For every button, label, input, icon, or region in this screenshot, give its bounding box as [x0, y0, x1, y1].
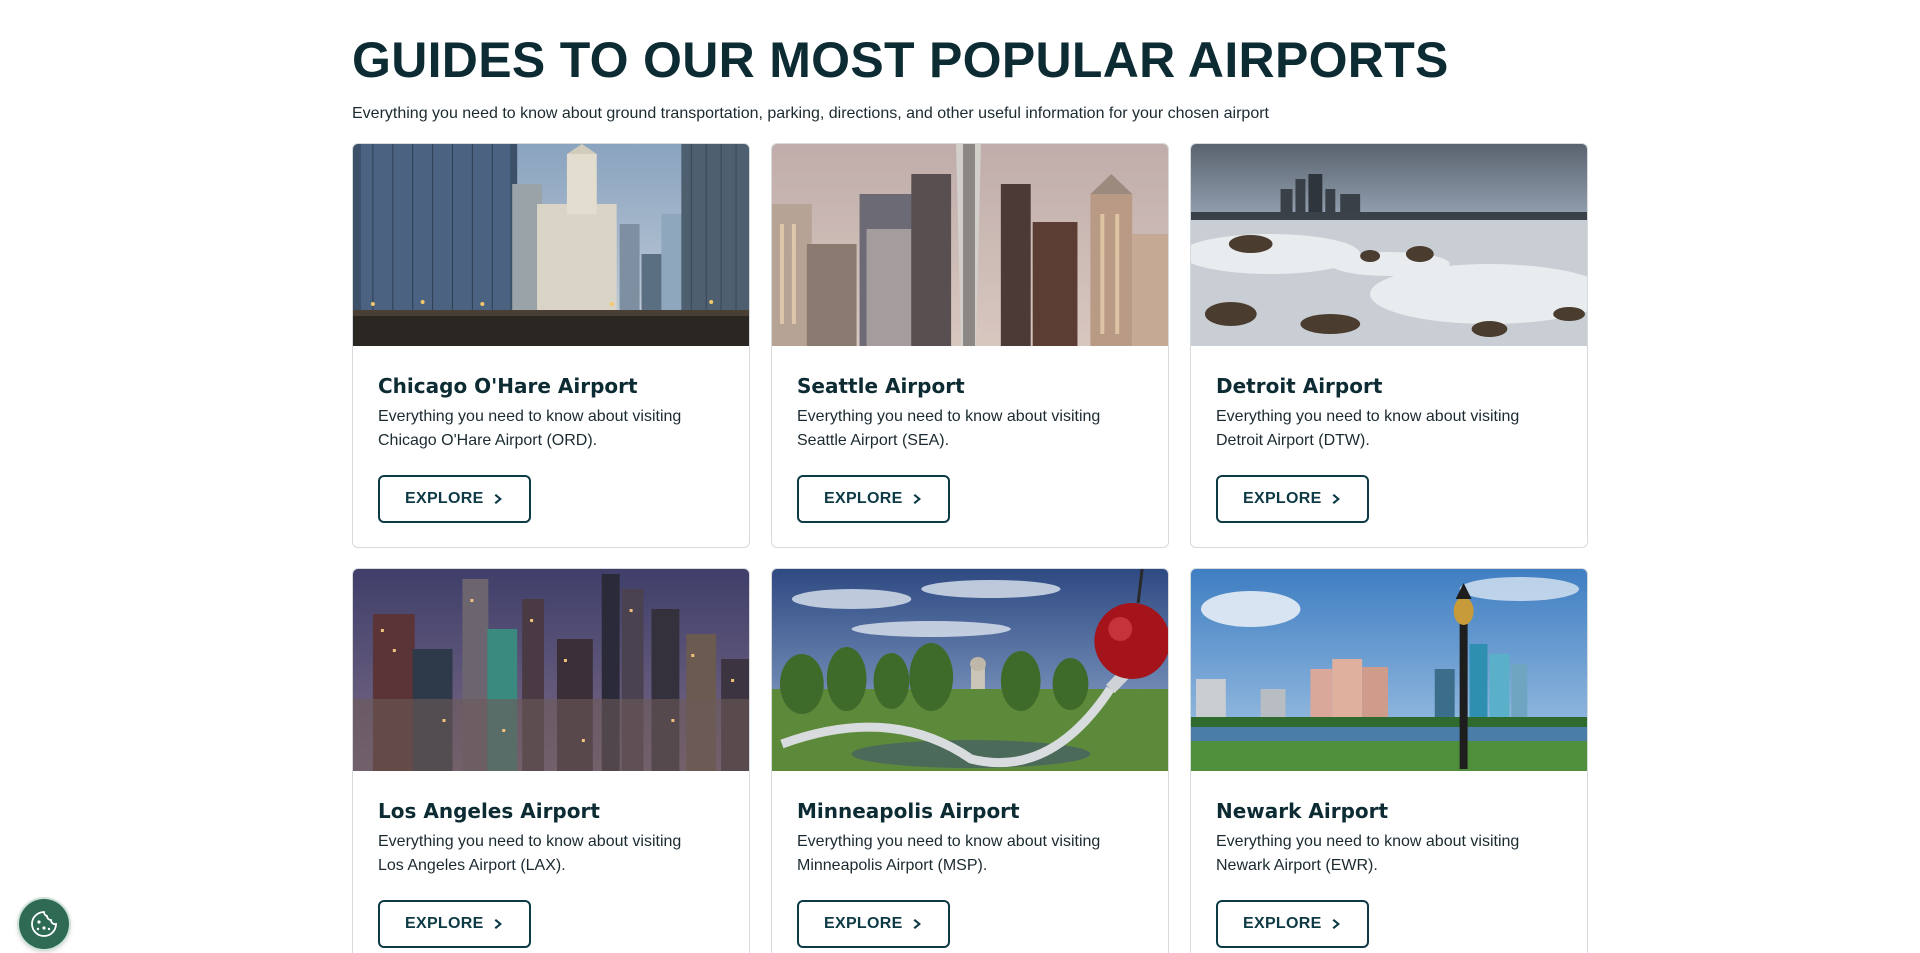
explore-button-detroit[interactable]: EXPLORE: [1216, 475, 1369, 523]
chevron-right-icon: [494, 494, 502, 504]
card-title: Minneapolis Airport: [797, 799, 1020, 823]
card-image-minneapolis: [772, 569, 1168, 771]
card-title: Newark Airport: [1216, 799, 1389, 823]
page-title: GUIDES TO OUR MOST POPULAR AIRPORTS: [352, 32, 1449, 88]
airport-card-detroit: Detroit Airport Everything you need to k…: [1190, 143, 1588, 548]
explore-button-label: EXPLORE: [1243, 490, 1322, 507]
explore-button-label: EXPLORE: [405, 490, 484, 507]
card-image-los-angeles: [353, 569, 749, 771]
airport-card-chicago: Chicago O'Hare Airport Everything you ne…: [352, 143, 750, 548]
explore-button-label: EXPLORE: [824, 490, 903, 507]
card-title: Los Angeles Airport: [378, 799, 600, 823]
card-description: Everything you need to know about visiti…: [378, 408, 682, 449]
airport-card-newark: Newark Airport Everything you need to kn…: [1190, 568, 1588, 953]
card-title: Detroit Airport: [1216, 374, 1383, 398]
chevron-right-icon: [913, 494, 921, 504]
explore-button-minneapolis[interactable]: EXPLORE: [797, 900, 950, 948]
card-image-newark: [1191, 569, 1587, 771]
explore-button-label: EXPLORE: [405, 915, 484, 932]
chevron-right-icon: [494, 919, 502, 929]
chevron-right-icon: [1332, 919, 1340, 929]
card-description: Everything you need to know about visiti…: [797, 408, 1101, 449]
cookie-icon: [31, 911, 57, 937]
card-image-detroit: [1191, 144, 1587, 346]
card-description: Everything you need to know about visiti…: [1216, 833, 1520, 874]
airport-card-seattle: Seattle Airport Everything you need to k…: [771, 143, 1169, 548]
page: GUIDES TO OUR MOST POPULAR AIRPORTS Ever…: [0, 0, 1920, 953]
card-description: Everything you need to know about visiti…: [1216, 408, 1520, 449]
explore-button-label: EXPLORE: [1243, 915, 1322, 932]
airport-card-los-angeles: Los Angeles Airport Everything you need …: [352, 568, 750, 953]
card-title: Seattle Airport: [797, 374, 965, 398]
explore-button-newark[interactable]: EXPLORE: [1216, 900, 1369, 948]
explore-button-seattle[interactable]: EXPLORE: [797, 475, 950, 523]
airport-card-minneapolis: Minneapolis Airport Everything you need …: [771, 568, 1169, 953]
chevron-right-icon: [1332, 494, 1340, 504]
card-image-chicago: [353, 144, 749, 346]
card-description: Everything you need to know about visiti…: [797, 833, 1101, 874]
explore-button-chicago[interactable]: EXPLORE: [378, 475, 531, 523]
cookie-settings-button[interactable]: [19, 899, 69, 949]
card-description: Everything you need to know about visiti…: [378, 833, 682, 874]
card-title: Chicago O'Hare Airport: [378, 374, 638, 398]
main-content: GUIDES TO OUR MOST POPULAR AIRPORTS Ever…: [352, 0, 1588, 953]
chevron-right-icon: [913, 919, 921, 929]
page-subtitle: Everything you need to know about ground…: [352, 105, 1269, 122]
explore-button-los-angeles[interactable]: EXPLORE: [378, 900, 531, 948]
explore-button-label: EXPLORE: [824, 915, 903, 932]
card-image-seattle: [772, 144, 1168, 346]
